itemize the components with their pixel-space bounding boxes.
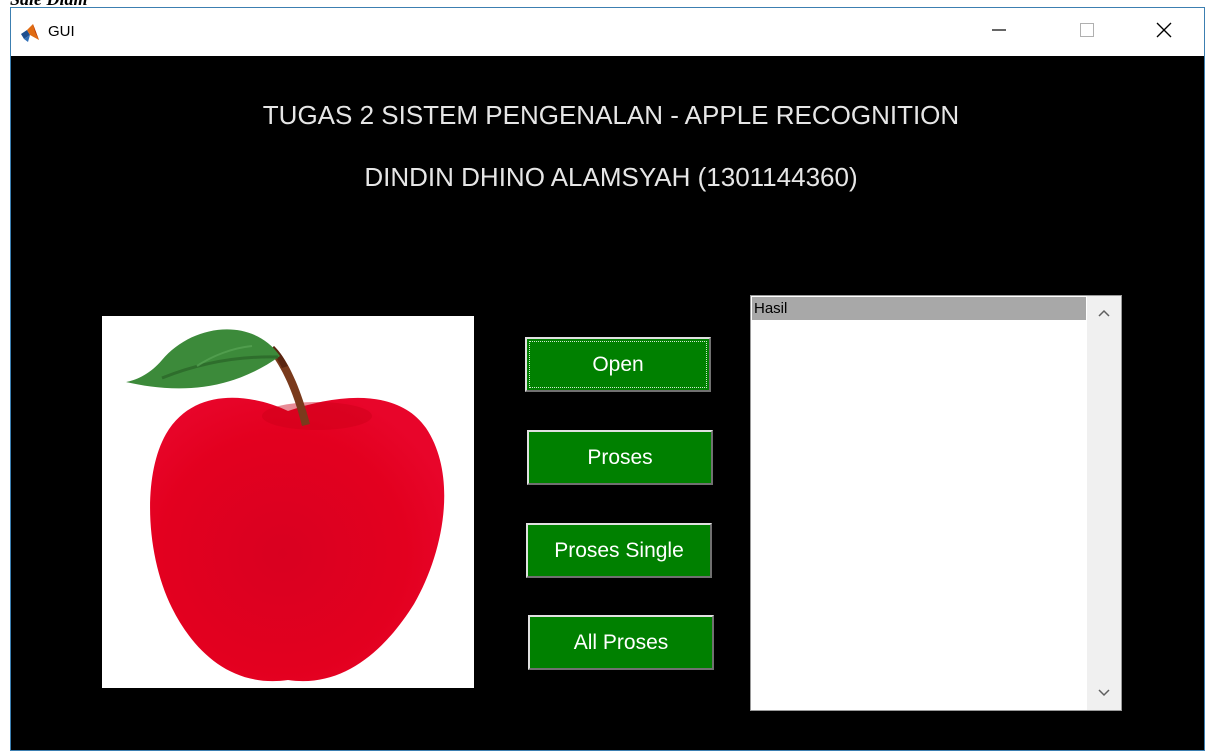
chevron-down-icon xyxy=(1098,684,1110,702)
author-text: DINDIN DHINO ALAMSYAH (1301144360) xyxy=(364,162,858,192)
close-button[interactable] xyxy=(1141,8,1187,56)
figure-area: TUGAS 2 SISTEM PENGENALAN - APPLE RECOGN… xyxy=(11,56,1204,750)
scroll-down-button[interactable] xyxy=(1087,676,1121,710)
scroll-up-button[interactable] xyxy=(1087,296,1121,330)
proses-single-button[interactable]: Proses Single xyxy=(526,523,712,578)
all-proses-button[interactable]: All Proses xyxy=(528,615,714,670)
open-button[interactable]: Open xyxy=(525,337,711,392)
image-axes xyxy=(102,316,474,688)
proses-button[interactable]: Proses xyxy=(527,430,713,485)
maximize-icon xyxy=(1080,22,1094,42)
title-text: TUGAS 2 SISTEM PENGENALAN - APPLE RECOGN… xyxy=(262,100,960,130)
vertical-scrollbar[interactable] xyxy=(1087,296,1121,710)
matlab-icon xyxy=(20,23,40,43)
title-bar[interactable]: GUI xyxy=(11,8,1204,56)
red-apple-image xyxy=(126,329,445,682)
result-listbox[interactable]: Hasil xyxy=(750,295,1122,711)
maximize-button[interactable] xyxy=(1064,8,1110,56)
minimize-icon xyxy=(992,23,1006,42)
close-icon xyxy=(1156,22,1172,43)
window-title: GUI xyxy=(48,23,75,40)
chevron-up-icon xyxy=(1098,304,1110,322)
list-item[interactable]: Hasil xyxy=(752,297,1086,320)
minimize-button[interactable] xyxy=(976,8,1022,56)
gui-window: GUI TUGAS 2 SISTEM PENGENALAN - APPLE RE… xyxy=(10,7,1205,751)
